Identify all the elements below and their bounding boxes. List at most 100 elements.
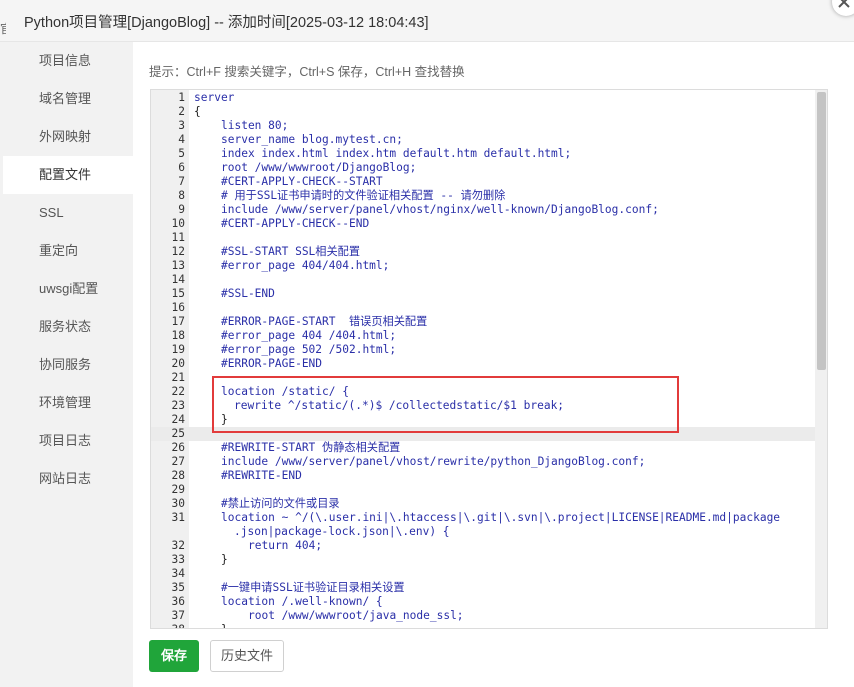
- sidebar-item-service-status[interactable]: 服务状态: [3, 308, 133, 346]
- code-line[interactable]: 22 location /static/ {: [151, 385, 817, 399]
- sidebar-item-project-log[interactable]: 项目日志: [3, 422, 133, 460]
- line-number: 11: [171, 231, 185, 244]
- code-text: location /.well-known/ {: [221, 595, 383, 608]
- line-number: 28: [171, 469, 185, 482]
- scrollbar-thumb[interactable]: [817, 92, 826, 370]
- code-line[interactable]: 6 root /www/wwwroot/DjangoBlog;: [151, 161, 817, 175]
- code-line[interactable]: 27 include /www/server/panel/vhost/rewrit…: [151, 455, 817, 469]
- line-number: 12: [171, 245, 185, 258]
- line-number: 7: [178, 175, 185, 188]
- vertical-scrollbar[interactable]: [815, 90, 827, 628]
- code-text: {: [194, 105, 201, 118]
- code-line[interactable]: 35 #一键申请SSL证书验证目录相关设置: [151, 581, 817, 595]
- code-line[interactable]: 1 server: [151, 91, 817, 105]
- code-lines[interactable]: 1 server 2{3 listen 80; 4 server_name blog.my…: [151, 91, 817, 628]
- code-text: #REWRITE-START 伪静态相关配置: [221, 441, 401, 454]
- sidebar-item-port-mapping[interactable]: 外网映射: [3, 118, 133, 156]
- line-number: 20: [171, 357, 185, 370]
- code-line[interactable]: 21: [151, 371, 817, 385]
- save-button[interactable]: 保存: [149, 640, 199, 672]
- line-number: 4: [178, 133, 185, 146]
- code-line[interactable]: 34: [151, 567, 817, 581]
- sidebar-item-domain[interactable]: 域名管理: [3, 80, 133, 118]
- code-line[interactable]: 23 rewrite ^/static/(.*)$ /collectedstati…: [151, 399, 817, 413]
- line-number: 18: [171, 329, 185, 342]
- line-number: 25: [171, 427, 185, 440]
- code-text: #REWRITE-END: [221, 469, 302, 482]
- code-text: #禁止访问的文件或目录: [221, 497, 340, 510]
- line-number: 13: [171, 259, 185, 272]
- code-text: }: [221, 413, 228, 426]
- code-line[interactable]: 14: [151, 273, 817, 287]
- line-number: 6: [178, 161, 185, 174]
- code-line[interactable]: 7 #CERT-APPLY-CHECK--START: [151, 175, 817, 189]
- line-number: 34: [171, 567, 185, 580]
- code-line[interactable]: 37 root /www/wwwroot/java_node_ssl;: [151, 609, 817, 623]
- code-text: #SSL-START SSL相关配置: [221, 245, 361, 258]
- code-line[interactable]: 19 #error_page 502 /502.html;: [151, 343, 817, 357]
- code-line[interactable]: 33}: [151, 553, 817, 567]
- line-number: 15: [171, 287, 185, 300]
- code-line[interactable]: 30 #禁止访问的文件或目录: [151, 497, 817, 511]
- close-icon: [838, 0, 850, 8]
- sidebar-nav: 项目信息 域名管理 外网映射 配置文件 SSL 重定向 uwsgi配置 服务状态…: [0, 42, 133, 687]
- code-line[interactable]: 16: [151, 301, 817, 315]
- code-line[interactable]: 24}: [151, 413, 817, 427]
- code-line[interactable]: 32 return 404;: [151, 539, 817, 553]
- main-content: 提示：Ctrl+F 搜索关键字，Ctrl+S 保存，Ctrl+H 查找替换 1s…: [133, 42, 854, 687]
- code-line[interactable]: 25: [151, 427, 817, 441]
- code-text: #SSL-END: [221, 287, 275, 300]
- code-line[interactable]: 28 #REWRITE-END: [151, 469, 817, 483]
- line-number: 33: [171, 553, 185, 566]
- code-text: #一键申请SSL证书验证目录相关设置: [221, 581, 405, 594]
- code-line[interactable]: 26 #REWRITE-START 伪静态相关配置: [151, 441, 817, 455]
- code-line[interactable]: 13 #error_page 404/404.html;: [151, 259, 817, 273]
- line-number: 32: [171, 539, 185, 552]
- line-number: 1: [178, 91, 185, 104]
- line-number: 29: [171, 483, 185, 496]
- code-text: }: [194, 623, 228, 628]
- history-file-button[interactable]: 历史文件: [210, 640, 284, 672]
- dialog-titlebar: 官 Python项目管理[DjangoBlog] -- 添加时间[2025-03…: [0, 0, 854, 42]
- code-line[interactable]: 29: [151, 483, 817, 497]
- sidebar-item-uwsgi[interactable]: uwsgi配置: [3, 270, 133, 308]
- background-page-fragment: 官: [0, 22, 6, 36]
- code-line[interactable]: 10 #CERT-APPLY-CHECK--END: [151, 217, 817, 231]
- code-line[interactable]: 5 index index.html index.htm default.htm …: [151, 147, 817, 161]
- sidebar-item-ssl[interactable]: SSL: [3, 194, 133, 232]
- code-line[interactable]: 3 listen 80;: [151, 119, 817, 133]
- sidebar-item-env[interactable]: 环境管理: [3, 384, 133, 422]
- line-number: 26: [171, 441, 185, 454]
- line-number: 21: [171, 371, 185, 384]
- code-text: listen 80;: [221, 119, 289, 132]
- code-text: rewrite ^/static/(.*)$ /collectedstatic/…: [234, 399, 565, 412]
- dialog-title: Python项目管理[DjangoBlog] -- 添加时间[2025-03-1…: [24, 15, 429, 31]
- line-number: 30: [171, 497, 185, 510]
- code-line[interactable]: 15 #SSL-END: [151, 287, 817, 301]
- code-line[interactable]: 31 location ~ ^/(\.user.ini|\.htaccess|\.…: [151, 511, 817, 525]
- code-line[interactable]: 8 # 用于SSL证书申请时的文件验证相关配置 -- 请勿删除: [151, 189, 817, 203]
- code-line[interactable]: .json|package-lock.json|\.env) {: [151, 525, 817, 539]
- sidebar-item-project-info[interactable]: 项目信息: [3, 42, 133, 80]
- sidebar-item-config-file[interactable]: 配置文件: [3, 156, 133, 194]
- code-editor[interactable]: 1 server 2{3 listen 80; 4 server_name blog.my…: [150, 89, 828, 629]
- code-text: include /www/server/panel/vhost/nginx/we…: [221, 203, 659, 216]
- code-line[interactable]: 36 location /.well-known/ {: [151, 595, 817, 609]
- code-line[interactable]: 9 include /www/server/panel/vhost/nginx/w…: [151, 203, 817, 217]
- code-line[interactable]: 11: [151, 231, 817, 245]
- line-number: 23: [171, 399, 185, 412]
- sidebar-item-redirect[interactable]: 重定向: [3, 232, 133, 270]
- code-line[interactable]: 12 #SSL-START SSL相关配置: [151, 245, 817, 259]
- code-line[interactable]: 17 #ERROR-PAGE-START 错误页相关配置: [151, 315, 817, 329]
- code-text: include /www/server/panel/vhost/rewrite/…: [221, 455, 646, 468]
- code-line[interactable]: 18 #error_page 404 /404.html;: [151, 329, 817, 343]
- code-line[interactable]: 20 #ERROR-PAGE-END: [151, 357, 817, 371]
- code-line[interactable]: 38}: [151, 623, 817, 628]
- line-number: 19: [171, 343, 185, 356]
- sidebar-item-collab-service[interactable]: 协同服务: [3, 346, 133, 384]
- code-line[interactable]: 2{: [151, 105, 817, 119]
- code-text: root /www/wwwroot/java_node_ssl;: [248, 609, 464, 622]
- code-line[interactable]: 4 server_name blog.mytest.cn;: [151, 133, 817, 147]
- line-number: 8: [178, 189, 185, 202]
- sidebar-item-site-log[interactable]: 网站日志: [3, 460, 133, 498]
